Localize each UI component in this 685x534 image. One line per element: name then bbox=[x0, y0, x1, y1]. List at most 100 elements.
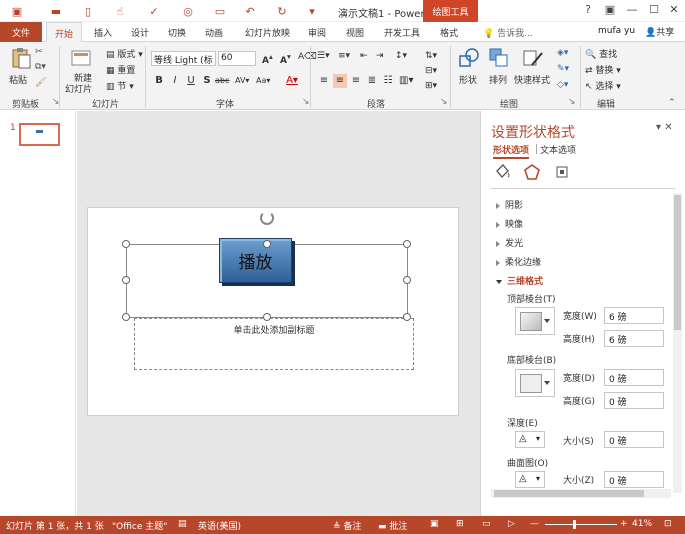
resize-handle[interactable] bbox=[403, 276, 411, 284]
tab-animations[interactable]: 动画 bbox=[205, 26, 223, 39]
top-width-input[interactable]: 6 磅 bbox=[604, 307, 664, 324]
line-spacing-icon[interactable]: ↕▾ bbox=[395, 51, 407, 61]
notes-button[interactable]: ≜ 备注 bbox=[333, 519, 361, 532]
depth-color-button[interactable]: ◬ ▾ bbox=[515, 431, 545, 448]
new-slide-icon[interactable] bbox=[70, 47, 92, 69]
zoom-out-icon[interactable]: — bbox=[530, 519, 539, 529]
top-height-input[interactable]: 6 磅 bbox=[604, 330, 664, 347]
bottom-width-input[interactable]: 0 磅 bbox=[604, 369, 664, 386]
section-soft-edges[interactable]: 柔化边缘 bbox=[496, 255, 541, 268]
undo-icon[interactable]: ↶ bbox=[242, 3, 258, 19]
paste-button[interactable]: 粘贴 bbox=[9, 73, 27, 86]
subtitle-placeholder[interactable]: 单击此处添加副标题 bbox=[134, 318, 414, 370]
tab-design[interactable]: 设计 bbox=[131, 26, 149, 39]
resize-handle[interactable] bbox=[122, 276, 130, 284]
pane-options-icon[interactable]: ▾ ✕ bbox=[656, 122, 673, 133]
tab-insert[interactable]: 插入 bbox=[94, 26, 112, 39]
zoom-slider[interactable] bbox=[545, 524, 617, 525]
tab-shape-options[interactable]: 形状选项 bbox=[493, 143, 530, 159]
close-icon[interactable]: ✕ bbox=[664, 3, 684, 19]
section-button[interactable]: ▥ 节 ▾ bbox=[106, 79, 134, 92]
tab-developer[interactable]: 开发工具 bbox=[384, 26, 420, 39]
user-name[interactable]: mufa yu bbox=[598, 26, 635, 36]
depth-size-input[interactable]: 0 磅 bbox=[604, 431, 664, 448]
reading-view-icon[interactable]: ▭ bbox=[482, 519, 491, 529]
decrease-indent-icon[interactable]: ⇤ bbox=[360, 51, 368, 61]
slide[interactable]: 单击此处添加副标题 播放 bbox=[87, 207, 459, 416]
section-glow[interactable]: 发光 bbox=[496, 236, 523, 249]
tab-slideshow[interactable]: 幻灯片放映 bbox=[245, 26, 290, 39]
clear-format-icon[interactable]: A⌫ bbox=[298, 52, 317, 62]
print-preview-icon[interactable]: ◎ bbox=[180, 3, 196, 19]
arrange-icon[interactable] bbox=[488, 47, 510, 69]
shape-fill-icon[interactable]: ◈▾ bbox=[557, 48, 568, 58]
play-shape-button[interactable]: 播放 bbox=[219, 238, 292, 283]
resize-handle[interactable] bbox=[403, 240, 411, 248]
columns-icon[interactable]: ▥▾ bbox=[399, 74, 413, 88]
customize-qat-icon[interactable]: ▾ bbox=[304, 3, 320, 19]
grow-font-icon[interactable]: A▴ bbox=[262, 52, 273, 66]
section-reflection[interactable]: 映像 bbox=[496, 217, 523, 230]
font-launcher-icon[interactable]: ↘ bbox=[302, 97, 310, 107]
paragraph-launcher-icon[interactable]: ↘ bbox=[440, 97, 448, 107]
font-name-combo[interactable]: 等线 Light (标 bbox=[151, 51, 216, 66]
zoom-slider-thumb[interactable] bbox=[573, 520, 576, 529]
size-properties-icon[interactable] bbox=[553, 163, 571, 181]
collapse-ribbon-icon[interactable]: ⌃ bbox=[668, 98, 676, 108]
italic-icon[interactable]: I bbox=[168, 74, 182, 88]
fill-line-icon[interactable] bbox=[493, 163, 511, 181]
new-icon[interactable]: ▯ bbox=[80, 3, 96, 19]
change-case-icon[interactable]: Aa▾ bbox=[256, 74, 270, 88]
slide-thumbnail[interactable] bbox=[19, 123, 60, 146]
rotate-handle-icon[interactable] bbox=[260, 211, 274, 225]
tab-review[interactable]: 审阅 bbox=[308, 26, 326, 39]
scroll-thumb[interactable] bbox=[494, 490, 644, 497]
resize-handle[interactable] bbox=[122, 240, 130, 248]
replace-button[interactable]: ⇄ 替换 ▾ bbox=[585, 63, 621, 76]
redo-icon[interactable]: ↻ bbox=[274, 3, 290, 19]
justify-icon[interactable]: ≣ bbox=[365, 74, 379, 88]
arrange-button[interactable]: 排列 bbox=[489, 73, 507, 86]
strikethrough-icon[interactable]: abc bbox=[215, 74, 229, 88]
align-text-icon[interactable]: ⊟▾ bbox=[425, 66, 437, 76]
shadow-text-icon[interactable]: S bbox=[200, 74, 214, 88]
help-icon[interactable]: ? bbox=[578, 3, 598, 19]
contour-size-input[interactable]: 0 磅 bbox=[604, 471, 664, 488]
char-spacing-icon[interactable]: AV▾ bbox=[235, 74, 249, 88]
touch-mode-icon[interactable]: ☝ bbox=[112, 3, 128, 19]
paste-icon[interactable] bbox=[10, 47, 32, 69]
resize-handle[interactable] bbox=[403, 313, 411, 321]
shapes-icon[interactable] bbox=[458, 47, 480, 69]
shape-effects-icon[interactable]: ◇▾ bbox=[557, 80, 568, 90]
slideshow-icon[interactable]: ▷ bbox=[508, 519, 515, 529]
format-painter-icon[interactable]: 🖌 bbox=[35, 78, 46, 88]
vertical-scrollbar[interactable] bbox=[673, 193, 682, 493]
copy-icon[interactable]: ⧉▾ bbox=[35, 62, 46, 72]
underline-icon[interactable]: U bbox=[184, 74, 198, 88]
quick-styles-button[interactable]: 快速样式 bbox=[514, 73, 550, 86]
find-button[interactable]: 🔍 查找 bbox=[585, 47, 617, 60]
smartart-icon[interactable]: ⊞▾ bbox=[425, 81, 437, 91]
accessibility-icon[interactable]: ▤ bbox=[178, 519, 187, 529]
numbering-icon[interactable]: ≡▾ bbox=[338, 51, 350, 61]
layout-button[interactable]: ▤ 版式 ▾ bbox=[106, 47, 143, 60]
text-direction-icon[interactable]: ⇅▾ bbox=[425, 51, 437, 61]
tab-format[interactable]: 格式 bbox=[440, 26, 458, 39]
zoom-in-icon[interactable]: + bbox=[620, 519, 628, 529]
shape-outline-icon[interactable]: ✎▾ bbox=[557, 64, 569, 74]
tab-home[interactable]: 开始 bbox=[46, 22, 82, 43]
minimize-icon[interactable]: — bbox=[622, 3, 642, 19]
resize-handle[interactable] bbox=[263, 313, 271, 321]
open-icon[interactable]: ▬ bbox=[48, 3, 64, 19]
font-size-combo[interactable]: 60 bbox=[218, 51, 256, 66]
slide-sorter-icon[interactable]: ⊞ bbox=[456, 519, 464, 529]
resize-handle[interactable] bbox=[263, 240, 271, 248]
resize-handle[interactable] bbox=[122, 313, 130, 321]
ribbon-display-icon[interactable]: ▣ bbox=[600, 3, 620, 19]
bottom-bevel-preset[interactable] bbox=[515, 369, 555, 397]
tab-view[interactable]: 视图 bbox=[346, 26, 364, 39]
effects-icon[interactable] bbox=[523, 163, 541, 181]
spelling-icon[interactable]: ✓ bbox=[146, 3, 162, 19]
quick-styles-icon[interactable] bbox=[522, 47, 544, 69]
bullets-icon[interactable]: ☰▾ bbox=[317, 51, 330, 61]
